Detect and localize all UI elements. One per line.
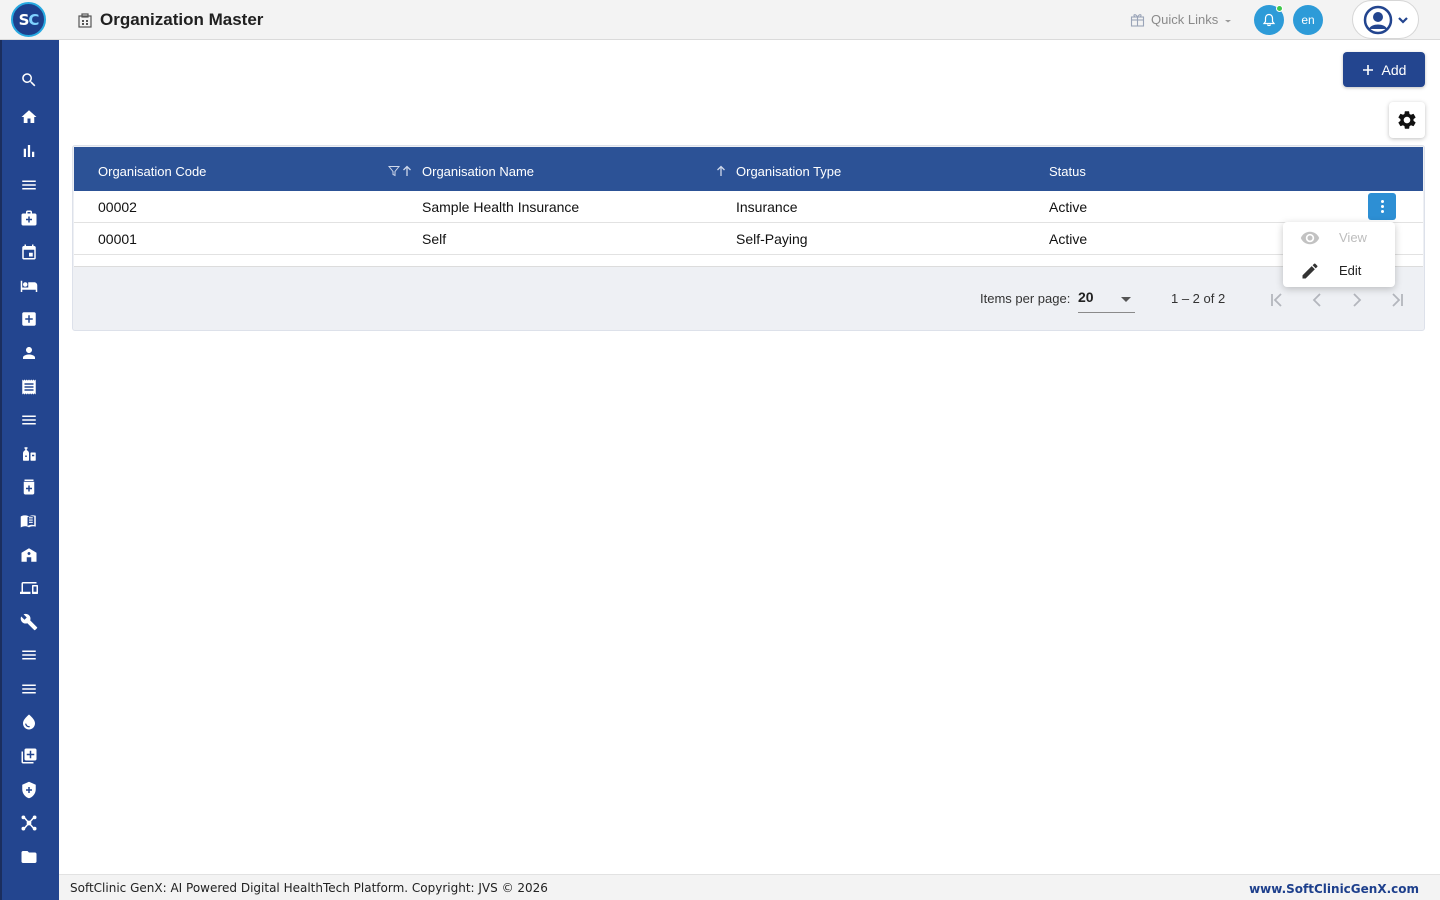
menu-item-view[interactable]: View [1283,222,1395,254]
sort-arrow-up-icon[interactable] [716,165,726,177]
menu-lines-icon[interactable] [19,645,39,665]
add-button-label: Add [1381,61,1407,78]
page-title: Organization Master [100,10,264,29]
person-icon[interactable] [19,343,39,363]
gift-icon [1130,13,1145,27]
menu-lines-icon[interactable] [19,410,39,430]
cell-organisation-code: 00002 [98,199,137,215]
next-page-button[interactable] [1346,289,1368,311]
sort-arrow-up-icon[interactable] [402,165,412,177]
column-header-organisation-name[interactable]: Organisation Name [422,164,534,179]
network-icon[interactable] [19,813,39,833]
caret-down-icon [1225,20,1232,23]
gear-icon [1398,111,1416,129]
quick-links-label: Quick Links [1151,11,1219,27]
items-per-page-label: Items per page: [980,291,1071,306]
building-icon[interactable] [19,545,39,565]
table-row[interactable]: 00002 Sample Health Insurance Insurance … [74,191,1423,223]
bed-icon[interactable] [19,276,39,296]
first-page-icon [1271,293,1282,307]
cell-status: Active [1049,231,1088,247]
filter-icon[interactable] [388,165,400,177]
folder-icon[interactable] [19,847,39,867]
eye-icon [1300,231,1320,245]
last-page-icon [1392,293,1403,307]
chevron-right-icon [1353,293,1362,307]
sidebar [0,40,59,900]
row-actions-menu: View Edit [1283,222,1395,287]
kebab-dot [1380,200,1384,203]
items-per-page-value: 20 [1078,289,1094,305]
menu-item-view-label: View [1339,230,1367,245]
cell-organisation-type: Insurance [736,199,798,215]
items-per-page-select[interactable]: 20 [1078,289,1135,313]
cell-organisation-code: 00001 [98,231,137,247]
bar-chart-icon[interactable] [19,141,39,161]
add-button[interactable]: Add [1343,52,1425,87]
notification-status-dot [1276,5,1283,12]
chevron-left-icon [1312,293,1321,307]
column-settings-button[interactable] [1389,102,1425,138]
footer: SoftClinic GenX: AI Powered Digital Heal… [59,874,1440,900]
shield-plus-icon[interactable] [19,780,39,800]
wrench-icon[interactable] [19,612,39,632]
pencil-icon [1302,263,1318,279]
chevron-down-icon [1398,16,1408,24]
search-icon[interactable] [19,70,39,90]
cell-status: Active [1049,199,1088,215]
plus-icon [1362,64,1373,75]
blood-drop-icon[interactable] [19,712,39,732]
user-avatar-icon [1363,5,1393,34]
table-body-spacer [74,255,1423,267]
column-header-organisation-code[interactable]: Organisation Code [98,164,206,179]
table-row[interactable]: 00001 Self Self-Paying Active [74,223,1423,255]
kebab-dot [1380,205,1384,208]
organization-icon [78,13,92,28]
app-logo[interactable]: SC [11,2,46,37]
dropdown-arrow-icon [1121,297,1131,302]
user-menu-button[interactable] [1352,0,1419,39]
cell-organisation-name: Self [422,231,447,247]
footer-copyright: SoftClinic GenX: AI Powered Digital Heal… [70,881,548,895]
table-header: Organisation Code Organisation Name Orga… [74,147,1423,191]
medical-bag-icon[interactable] [19,208,39,228]
medication-icon[interactable] [19,444,39,464]
footer-website-link[interactable]: www.SoftClinicGenX.com [1249,882,1419,896]
menu-item-edit-label: Edit [1339,263,1362,278]
row-actions-button[interactable] [1368,193,1396,220]
quick-links-button[interactable]: Quick Links [1130,9,1232,29]
menu-lines-icon[interactable] [19,679,39,699]
kebab-dot [1380,210,1384,213]
menu-item-edit[interactable]: Edit [1283,255,1395,287]
menu-lines-icon[interactable] [19,175,39,195]
medical-plus-icon[interactable] [19,309,39,329]
column-header-status[interactable]: Status [1049,164,1086,179]
previous-page-button[interactable] [1306,289,1328,311]
last-page-button[interactable] [1386,289,1408,311]
devices-icon[interactable] [19,578,39,598]
home-icon[interactable] [19,107,39,127]
bell-icon [1262,13,1276,27]
add-library-icon[interactable] [19,746,39,766]
top-bar: SC Organization Master Quick Links en [0,0,1440,40]
receipt-icon[interactable] [19,377,39,397]
cell-organisation-name: Sample Health Insurance [422,199,580,215]
book-icon[interactable] [19,511,39,531]
first-page-button[interactable] [1266,289,1288,311]
page-range-label: 1 – 2 of 2 [1171,291,1226,306]
pharmacy-icon[interactable] [19,477,39,497]
cell-organisation-type: Self-Paying [736,231,808,247]
column-header-organisation-type[interactable]: Organisation Type [736,164,841,179]
language-button[interactable]: en [1293,5,1323,35]
calendar-icon[interactable] [19,242,39,262]
